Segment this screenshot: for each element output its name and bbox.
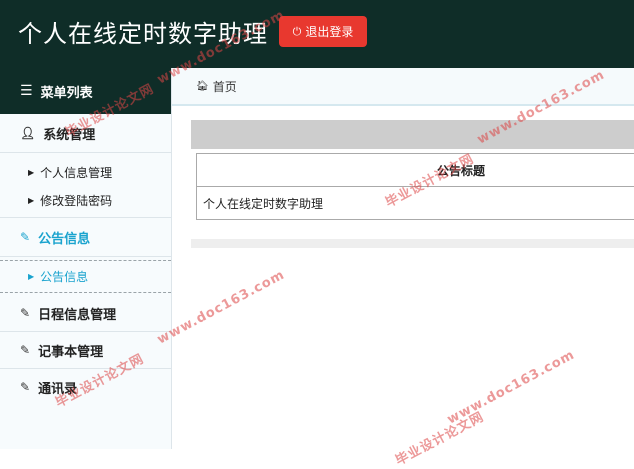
divider xyxy=(0,260,171,261)
sidebar-group-label: 日程信息管理 xyxy=(38,304,116,323)
watermark-text: 毕业设计论文网 xyxy=(391,406,486,469)
top-header: 个人在线定时数字助理 ⏻ 退出登录 xyxy=(0,0,634,68)
edit-icon: ✎ xyxy=(20,343,30,357)
watermark-url: www.doc163.com xyxy=(155,267,288,347)
breadcrumb-home[interactable]: 首页 xyxy=(213,78,237,95)
divider xyxy=(0,292,171,293)
edit-icon: ✎ xyxy=(20,380,30,394)
list-icon: ☰ xyxy=(20,83,33,99)
caret-right-icon: ▶ xyxy=(28,168,34,177)
home-icon: 🏠︎ xyxy=(196,81,209,92)
power-icon: ⏻ xyxy=(293,25,302,39)
sidebar-item-label: 修改登陆密码 xyxy=(40,192,112,209)
sidebar-item-label: 公告信息 xyxy=(40,268,88,285)
logout-button[interactable]: ⏻ 退出登录 xyxy=(279,16,367,47)
panel-footer xyxy=(191,239,634,248)
caret-right-icon: ▶ xyxy=(28,272,34,281)
sidebar-item-password[interactable]: ▶ 修改登陆密码 xyxy=(0,188,171,212)
menu-title: 菜单列表 xyxy=(41,82,93,101)
edit-icon: ✎ xyxy=(20,306,30,320)
user-icon: 👤︎ xyxy=(20,126,35,140)
sidebar-group-label: 公告信息 xyxy=(38,228,90,247)
sidebar-group-label: 记事本管理 xyxy=(38,341,103,360)
sidebar-group-schedule[interactable]: ✎ 日程信息管理 xyxy=(0,295,171,332)
panel-heading xyxy=(191,120,634,149)
caret-right-icon: ▶ xyxy=(28,196,34,205)
logout-label: 退出登录 xyxy=(305,23,353,40)
sidebar-group-notice[interactable]: ✎ 公告信息 xyxy=(0,218,171,257)
sidebar-item-notice[interactable]: ▶ 公告信息 xyxy=(0,264,171,288)
edit-icon: ✎ xyxy=(20,230,30,244)
sidebar-item-profile[interactable]: ▶ 个人信息管理 xyxy=(0,160,171,184)
sidebar-item-label: 个人信息管理 xyxy=(40,164,112,181)
